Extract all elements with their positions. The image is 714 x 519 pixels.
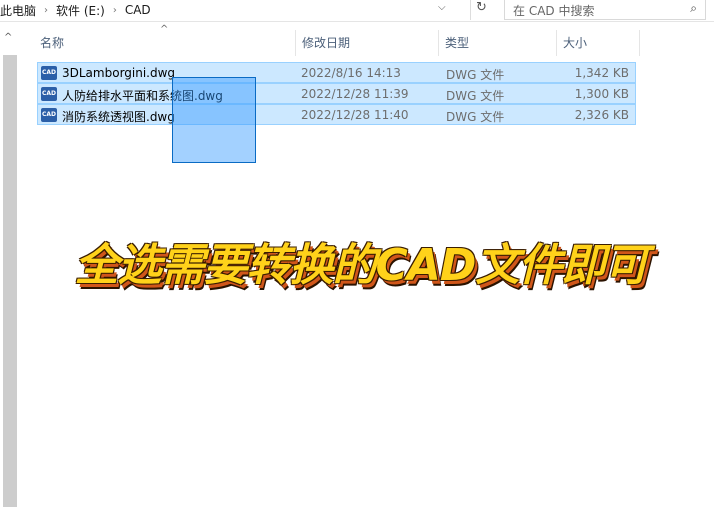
file-date: 2022/12/28 11:39 bbox=[301, 87, 409, 101]
file-size: 1,342 KB bbox=[574, 66, 629, 80]
refresh-button[interactable]: ↻ bbox=[470, 0, 492, 20]
address-bar: 此电脑 › 软件 (E:) › CAD ⌵ ↻ 在 CAD 中搜索 ⌕ bbox=[0, 0, 714, 22]
file-row[interactable]: CAD 3DLamborgini.dwg 2022/8/16 14:13 DWG… bbox=[37, 62, 636, 83]
file-type: DWG 文件 bbox=[446, 89, 505, 103]
scrollbar[interactable] bbox=[3, 55, 17, 507]
file-size: 1,300 KB bbox=[574, 87, 629, 101]
instruction-banner: 全选需要转换的CAD文件即可 bbox=[74, 240, 649, 291]
column-header: 名称 修改日期 类型 大小 bbox=[34, 30, 640, 56]
file-name: 消防系统透视图.dwg bbox=[62, 110, 175, 124]
chevron-down-icon[interactable]: ⌵ bbox=[438, 2, 446, 13]
dwg-file-icon: CAD bbox=[41, 108, 57, 122]
column-type[interactable]: 类型 bbox=[439, 30, 557, 56]
chevron-right-icon: › bbox=[112, 4, 117, 16]
search-placeholder: 在 CAD 中搜索 bbox=[513, 4, 595, 18]
search-icon[interactable]: ⌕ bbox=[690, 1, 697, 16]
selection-marquee bbox=[172, 77, 256, 163]
chevron-right-icon: › bbox=[44, 4, 49, 16]
file-size: 2,326 KB bbox=[574, 108, 629, 122]
file-name: 3DLamborgini.dwg bbox=[62, 66, 176, 80]
search-input[interactable]: 在 CAD 中搜索 ⌕ bbox=[504, 0, 706, 20]
file-date: 2022/8/16 14:13 bbox=[301, 66, 401, 80]
file-row[interactable]: CAD 人防给排水平面和系统图.dwg 2022/12/28 11:39 DWG… bbox=[37, 83, 636, 104]
breadcrumb: 此电脑 › 软件 (E:) › CAD bbox=[0, 0, 151, 20]
dwg-file-icon: CAD bbox=[41, 87, 57, 101]
breadcrumb-this-pc[interactable]: 此电脑 bbox=[0, 2, 36, 19]
breadcrumb-drive-e[interactable]: 软件 (E:) bbox=[56, 2, 105, 19]
file-type: DWG 文件 bbox=[446, 68, 505, 82]
sort-ascending-icon: ^ bbox=[160, 24, 169, 35]
column-size[interactable]: 大小 bbox=[557, 30, 640, 56]
file-date: 2022/12/28 11:40 bbox=[301, 108, 409, 122]
dwg-file-icon: CAD bbox=[41, 66, 57, 80]
breadcrumb-cad[interactable]: CAD bbox=[125, 3, 151, 17]
scroll-up-icon[interactable]: ^ bbox=[4, 32, 12, 43]
column-date[interactable]: 修改日期 bbox=[296, 30, 439, 56]
file-row[interactable]: CAD 消防系统透视图.dwg 2022/12/28 11:40 DWG 文件 … bbox=[37, 104, 636, 125]
file-type: DWG 文件 bbox=[446, 110, 505, 124]
